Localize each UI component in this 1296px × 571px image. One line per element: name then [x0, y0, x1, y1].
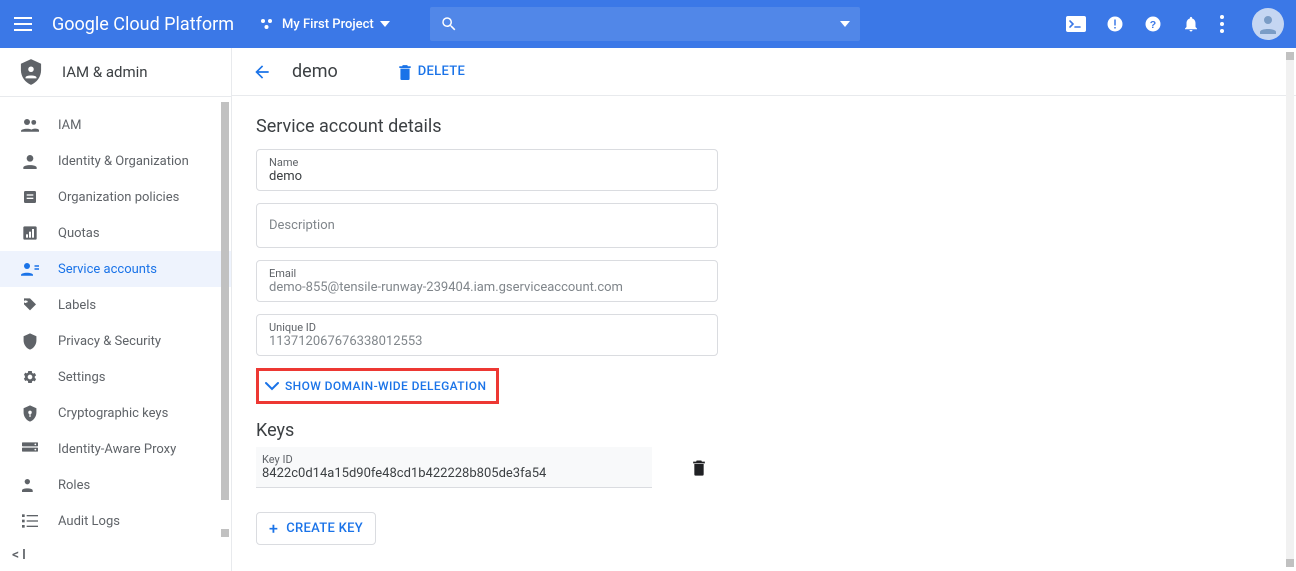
section-heading-details: Service account details	[256, 116, 1272, 137]
search-input[interactable]	[430, 7, 860, 41]
svg-text:?: ?	[1150, 19, 1156, 31]
proxy-icon	[20, 439, 40, 459]
section-heading-keys: Keys	[256, 420, 1272, 441]
nav-label: Quotas	[58, 226, 100, 241]
people-icon	[20, 115, 40, 135]
sidebar-collapse-button[interactable]: < I	[12, 547, 26, 563]
key-shield-icon	[20, 403, 40, 423]
sidebar-item-settings[interactable]: Settings	[0, 359, 231, 395]
sidebar-item-roles[interactable]: Roles	[0, 467, 231, 503]
sidebar-nav: IAM Identity & Organization Organization…	[0, 97, 231, 539]
name-label: Name	[269, 156, 705, 169]
create-key-label: CREATE KEY	[286, 521, 363, 536]
service-account-icon	[20, 259, 40, 279]
account-avatar[interactable]	[1252, 8, 1284, 40]
expand-label: SHOW DOMAIN-WIDE DELEGATION	[285, 379, 486, 393]
sidebar-item-iap[interactable]: Identity-Aware Proxy	[0, 431, 231, 467]
project-icon	[258, 15, 276, 33]
header-actions: ?	[1066, 8, 1284, 40]
gear-icon	[20, 367, 40, 387]
roles-icon	[20, 475, 40, 495]
email-value: demo-855@tensile-runway-239404.iam.gserv…	[269, 280, 705, 295]
main-scrollbar[interactable]	[1282, 48, 1296, 571]
nav-label: Identity & Organization	[58, 154, 189, 169]
nav-label: Cryptographic keys	[58, 406, 168, 421]
nav-label: Privacy & Security	[58, 334, 161, 349]
help-icon[interactable]: ?	[1144, 15, 1162, 33]
description-placeholder: Description	[269, 218, 705, 233]
sidebar-item-labels[interactable]: Labels	[0, 287, 231, 323]
key-id-value: 8422c0d14a15d90fe48cd1b422228b805de3fa54	[262, 466, 650, 481]
delete-key-button[interactable]	[692, 459, 706, 476]
chevron-down-icon	[840, 21, 850, 27]
key-id-label: Key ID	[262, 453, 650, 466]
quota-icon	[20, 223, 40, 243]
delete-label: DELETE	[418, 64, 465, 79]
sidebar-title: IAM & admin	[62, 63, 148, 81]
page-header: demo DELETE	[232, 48, 1296, 96]
policy-icon	[20, 187, 40, 207]
key-id-field: Key ID 8422c0d14a15d90fe48cd1b422228b805…	[256, 447, 652, 488]
main-content: demo DELETE Service account details Name…	[232, 48, 1296, 571]
person-icon	[20, 151, 40, 171]
annotation-highlight: SHOW DOMAIN-WIDE DELEGATION	[256, 368, 499, 404]
nav-label: IAM	[58, 118, 81, 133]
description-field[interactable]: Description	[256, 203, 718, 248]
chevron-down-icon	[265, 381, 279, 391]
list-icon	[20, 511, 40, 531]
sidebar-item-identity[interactable]: Identity & Organization	[0, 143, 231, 179]
brand-logo-text: Google Cloud Platform	[52, 14, 234, 35]
page-title: demo	[292, 61, 338, 82]
nav-label: Audit Logs	[58, 514, 120, 529]
more-vert-icon[interactable]	[1220, 15, 1224, 33]
sidebar-item-quotas[interactable]: Quotas	[0, 215, 231, 251]
sidebar-header: IAM & admin	[0, 48, 231, 96]
name-value: demo	[269, 169, 705, 184]
sidebar-item-service-accounts[interactable]: Service accounts	[0, 251, 231, 287]
unique-id-value: 113712067676338012553	[269, 334, 705, 349]
sidebar-item-audit-logs[interactable]: Audit Logs	[0, 503, 231, 539]
nav-label: Roles	[58, 478, 90, 493]
unique-id-field: Unique ID 113712067676338012553	[256, 314, 718, 356]
trash-icon	[692, 459, 706, 476]
hamburger-menu-icon[interactable]	[14, 12, 38, 36]
trash-icon	[398, 64, 412, 80]
sidebar-scrollbar[interactable]	[217, 98, 231, 541]
search-icon	[440, 15, 458, 33]
plus-icon: +	[269, 522, 278, 535]
nav-label: Labels	[58, 298, 96, 313]
alert-icon[interactable]	[1106, 15, 1124, 33]
project-picker[interactable]: My First Project	[258, 15, 390, 33]
tag-icon	[20, 295, 40, 315]
sidebar-item-iam[interactable]: IAM	[0, 107, 231, 143]
iam-admin-icon	[20, 59, 42, 85]
show-domain-wide-delegation-button[interactable]: SHOW DOMAIN-WIDE DELEGATION	[259, 371, 496, 401]
unique-id-label: Unique ID	[269, 321, 705, 334]
email-label: Email	[269, 267, 705, 280]
nav-label: Identity-Aware Proxy	[58, 442, 176, 457]
shield-icon	[20, 331, 40, 351]
sidebar: IAM & admin IAM Identity & Organization …	[0, 48, 232, 571]
sidebar-item-org-policies[interactable]: Organization policies	[0, 179, 231, 215]
name-field[interactable]: Name demo	[256, 149, 718, 191]
email-field: Email demo-855@tensile-runway-239404.iam…	[256, 260, 718, 302]
nav-label: Settings	[58, 370, 105, 385]
sidebar-item-crypto-keys[interactable]: Cryptographic keys	[0, 395, 231, 431]
notifications-icon[interactable]	[1182, 14, 1200, 34]
top-header: Google Cloud Platform My First Project ?	[0, 0, 1296, 48]
nav-label: Organization policies	[58, 190, 179, 205]
back-arrow-icon[interactable]	[252, 62, 272, 82]
nav-label: Service accounts	[58, 262, 157, 277]
project-name: My First Project	[282, 17, 374, 32]
create-key-button[interactable]: + CREATE KEY	[256, 512, 376, 545]
delete-button[interactable]: DELETE	[398, 64, 465, 80]
sidebar-item-privacy[interactable]: Privacy & Security	[0, 323, 231, 359]
chevron-down-icon	[380, 21, 390, 27]
cloud-shell-icon[interactable]	[1066, 16, 1086, 32]
